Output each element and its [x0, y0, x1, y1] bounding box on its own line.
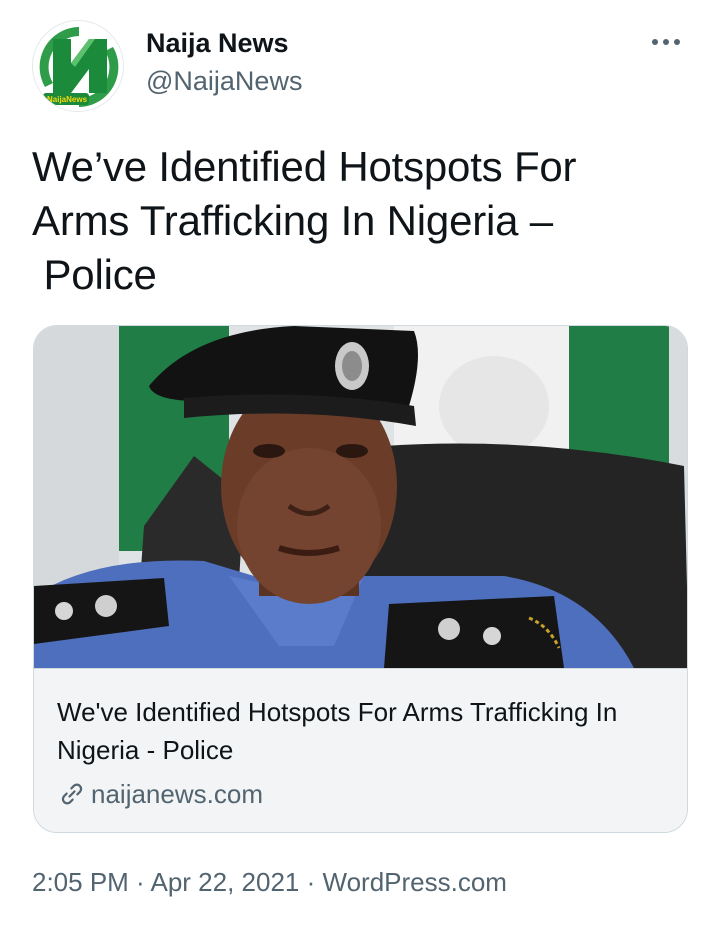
police-officer-photo	[34, 326, 687, 668]
more-dot	[674, 39, 680, 45]
link-card[interactable]: We've Identified Hotspots For Arms Traff…	[33, 325, 688, 833]
card-domain-text: naijanews.com	[91, 779, 263, 809]
card-image[interactable]	[34, 326, 687, 668]
logo-text: NaijaNews	[47, 95, 88, 104]
meta-separator: ·	[128, 867, 151, 897]
meta-separator: ·	[299, 867, 323, 897]
tweet-metadata: 2:05 PM · Apr 22, 2021 · WordPress.com	[32, 864, 507, 900]
link-icon	[57, 779, 87, 809]
avatar[interactable]: NaijaNews	[32, 20, 124, 112]
handle[interactable]: @NaijaNews	[146, 62, 302, 100]
card-title: We've Identified Hotspots For Arms Traff…	[57, 697, 618, 765]
more-options-icon[interactable]	[646, 24, 686, 60]
tweet-time[interactable]: 2:05 PM	[32, 867, 129, 897]
more-dot	[652, 39, 658, 45]
card-domain: naijanews.com	[57, 777, 667, 811]
author-names: Naija News @NaijaNews	[146, 26, 302, 100]
card-body: We've Identified Hotspots For Arms Traff…	[34, 668, 687, 832]
tweet-text: We’ve Identified Hotspots For Arms Traff…	[32, 143, 577, 298]
tweet-header: NaijaNews Naija News @NaijaNews	[32, 18, 688, 114]
tweet-date[interactable]: Apr 22, 2021	[151, 867, 300, 897]
naija-news-logo-icon: NaijaNews	[33, 21, 123, 111]
display-name[interactable]: Naija News	[146, 26, 302, 60]
tweet-source[interactable]: WordPress.com	[323, 867, 507, 897]
more-dot	[663, 39, 669, 45]
